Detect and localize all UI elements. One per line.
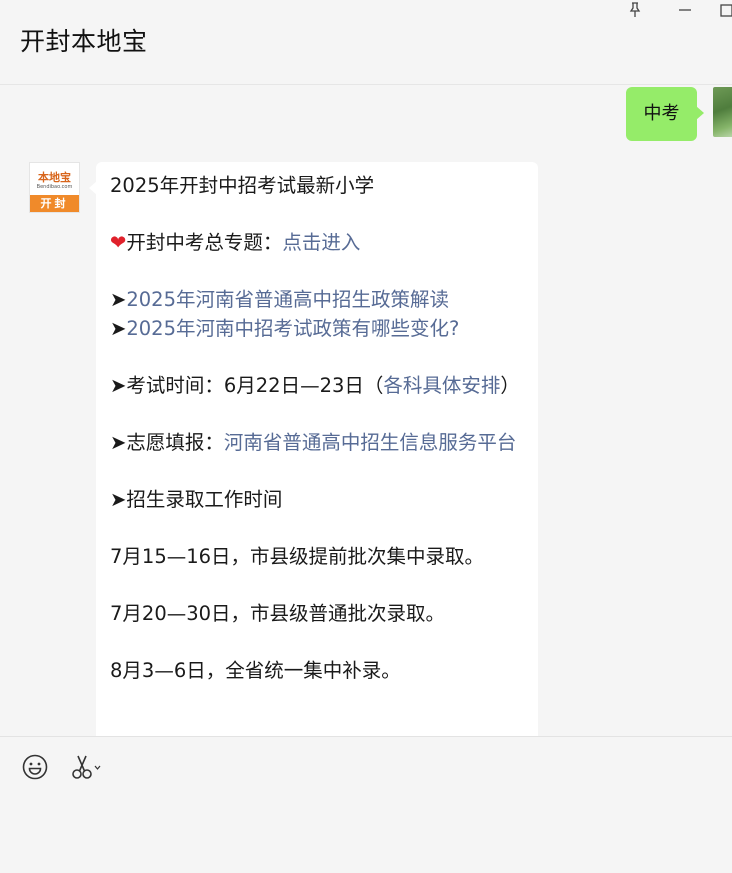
message-line: 2025年开封中招考试最新小学: [110, 174, 375, 197]
scissors-icon[interactable]: [70, 753, 101, 783]
schedule-link[interactable]: 各科具体安排: [383, 374, 500, 397]
message-line: ➤2025年河南省普通高中招生政策解读: [110, 286, 520, 315]
chat-window: 开封本地宝 中考 本地宝 Bendibao.com 开封 2025年开封中招考试…: [0, 0, 732, 873]
chat-header: 开封本地宝: [0, 0, 732, 85]
minimize-icon[interactable]: [676, 2, 694, 20]
my-avatar[interactable]: [713, 87, 732, 137]
volunteer-platform-link[interactable]: 河南省普通高中招生信息服务平台: [224, 431, 517, 454]
sent-message-bubble[interactable]: 中考: [626, 87, 704, 141]
policy-link[interactable]: 2025年河南省普通高中招生政策解读: [126, 288, 449, 311]
message-line: ➤志愿填报：河南省普通高中招生信息服务平台: [110, 430, 517, 454]
composer: [0, 736, 732, 873]
avatar-city: 开封: [30, 195, 79, 212]
heart-icon: ❤: [110, 231, 127, 254]
message-line: ➤2025年河南中招考试政策有哪些变化?: [110, 315, 520, 344]
topic-link[interactable]: 点击进入: [282, 231, 360, 254]
arrow-icon: ➤: [110, 288, 127, 311]
arrow-icon: ➤: [110, 487, 127, 511]
maximize-icon[interactable]: [718, 2, 732, 20]
arrow-icon: ➤: [110, 430, 127, 454]
avatar-site: Bendibao.com: [36, 184, 73, 190]
message-text: 2025年开封中招考试最新小学 ❤开封中考总专题：点击进入 ➤2025年河南省普…: [110, 172, 520, 685]
changes-link[interactable]: 2025年河南中招考试政策有哪些变化?: [126, 317, 459, 340]
emoji-icon[interactable]: [21, 753, 51, 783]
message-line: 7月20—30日，市县级普通批次录取。: [110, 601, 446, 625]
chat-title: 开封本地宝: [20, 27, 148, 56]
message-line: ❤开封中考总专题：点击进入: [110, 231, 361, 254]
message-line: 8月3—6日，全省统一集中补录。: [110, 658, 401, 682]
message-line: 7月15—16日，市县级提前批次集中录取。: [110, 544, 485, 568]
received-message-bubble[interactable]: 2025年开封中招考试最新小学 ❤开封中考总专题：点击进入 ➤2025年河南省普…: [89, 162, 538, 736]
arrow-icon: ➤: [110, 373, 127, 397]
message-line: ➤考试时间：6月22日—23日（各科具体安排）: [110, 373, 520, 397]
message-list[interactable]: 中考 本地宝 Bendibao.com 开封 2025年开封中招考试最新小学 ❤…: [0, 85, 732, 736]
pin-icon[interactable]: [626, 2, 644, 20]
message-line: ➤招生录取工作时间: [110, 487, 283, 511]
arrow-icon: ➤: [110, 316, 127, 340]
avatar-brand: 本地宝: [38, 171, 71, 184]
message-input[interactable]: [20, 793, 712, 863]
bot-avatar[interactable]: 本地宝 Bendibao.com 开封: [29, 162, 80, 213]
